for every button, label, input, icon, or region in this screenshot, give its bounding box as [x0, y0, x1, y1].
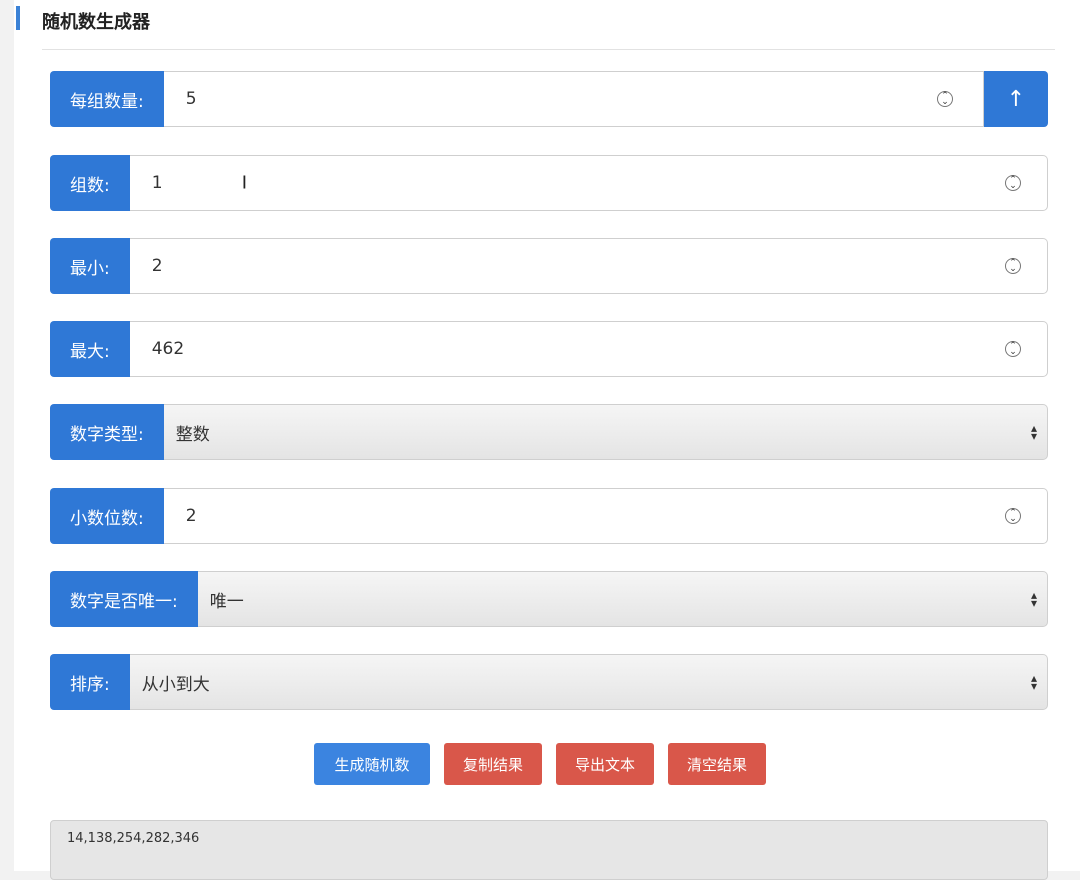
generate-button[interactable]: 生成随机数 — [314, 743, 430, 785]
per-group-count-row: 每组数量: 5 ⌃ ⌄ ↑ — [50, 71, 1048, 127]
arrow-up-icon: ↑ — [1006, 86, 1026, 112]
select-arrows-icon: ▴ ▾ — [1030, 588, 1037, 610]
arrow-up-button[interactable]: ↑ — [984, 71, 1048, 127]
min-value: 2 — [151, 256, 163, 276]
max-input[interactable]: 462 ⌃ ⌄ — [129, 321, 1048, 377]
number-spinner-icon[interactable]: ⌃ ⌄ — [1005, 508, 1021, 524]
sort-row: 排序: 从小到大 ▴ ▾ — [50, 654, 1048, 710]
number-type-select[interactable]: 整数 ▴ ▾ — [163, 404, 1048, 460]
copy-result-button[interactable]: 复制结果 — [444, 743, 542, 785]
number-type-label: 数字类型: — [50, 404, 164, 460]
title-accent-bar — [16, 6, 20, 30]
min-input[interactable]: 2 ⌃ ⌄ — [129, 238, 1048, 294]
select-arrows-icon: ▴ ▾ — [1030, 671, 1037, 693]
unique-row: 数字是否唯一: 唯一 ▴ ▾ — [50, 571, 1048, 627]
min-row: 最小: 2 ⌃ ⌄ — [50, 238, 1048, 294]
sort-select[interactable]: 从小到大 ▴ ▾ — [129, 654, 1048, 710]
per-group-count-value: 5 — [185, 89, 197, 109]
page-title: 随机数生成器 — [42, 12, 150, 33]
decimal-places-input[interactable]: 2 ⌃ ⌄ — [163, 488, 1048, 544]
group-count-label: 组数: — [50, 155, 130, 211]
unique-label: 数字是否唯一: — [50, 571, 198, 627]
number-type-value: 整数 — [175, 424, 210, 445]
unique-select[interactable]: 唯一 ▴ ▾ — [197, 571, 1048, 627]
number-spinner-icon[interactable]: ⌃ ⌄ — [1005, 258, 1021, 274]
clear-result-button[interactable]: 清空结果 — [668, 743, 766, 785]
group-count-row: 组数: 1 I ⌃ ⌄ — [50, 155, 1048, 211]
number-spinner-icon[interactable]: ⌃ ⌄ — [937, 91, 953, 107]
unique-value: 唯一 — [209, 591, 244, 612]
min-label: 最小: — [50, 238, 130, 294]
per-group-count-input[interactable]: 5 ⌃ ⌄ — [163, 71, 984, 127]
sort-value: 从小到大 — [141, 674, 210, 695]
group-count-input[interactable]: 1 I ⌃ ⌄ — [129, 155, 1048, 211]
group-count-value: 1 — [151, 173, 163, 193]
title-divider — [42, 49, 1055, 50]
number-type-row: 数字类型: 整数 ▴ ▾ — [50, 404, 1048, 460]
action-buttons: 生成随机数 复制结果 导出文本 清空结果 — [0, 743, 1080, 785]
result-text: 14,138,254,282,346 — [67, 831, 200, 846]
number-spinner-icon[interactable]: ⌃ ⌄ — [1005, 341, 1021, 357]
text-cursor-icon: I — [241, 172, 248, 194]
max-row: 最大: 462 ⌃ ⌄ — [50, 321, 1048, 377]
decimal-places-value: 2 — [185, 506, 197, 526]
result-textarea[interactable]: 14,138,254,282,346 — [50, 820, 1048, 880]
max-label: 最大: — [50, 321, 130, 377]
number-spinner-icon[interactable]: ⌃ ⌄ — [1005, 175, 1021, 191]
select-arrows-icon: ▴ ▾ — [1030, 421, 1037, 443]
decimal-places-label: 小数位数: — [50, 488, 164, 544]
export-text-button[interactable]: 导出文本 — [556, 743, 654, 785]
sort-label: 排序: — [50, 654, 130, 710]
per-group-count-label: 每组数量: — [50, 71, 164, 127]
max-value: 462 — [151, 339, 185, 359]
decimal-places-row: 小数位数: 2 ⌃ ⌄ — [50, 488, 1048, 544]
